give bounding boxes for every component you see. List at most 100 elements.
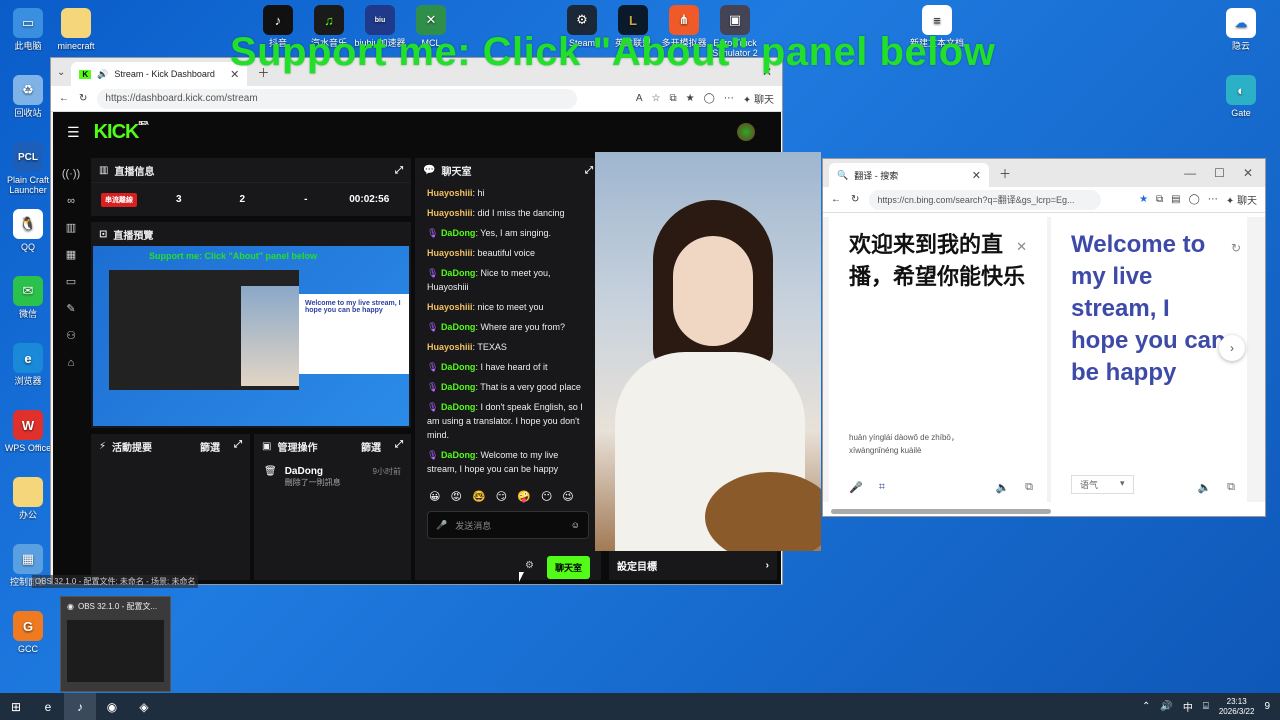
- copilot-button[interactable]: ✦ 聊天: [743, 91, 774, 106]
- source-box[interactable]: 欢迎来到我的直播，希望你能快乐 ✕ huān yínglái dàowǒ de …: [829, 217, 1047, 502]
- tone-dropdown[interactable]: 语气 ▾: [1071, 475, 1134, 494]
- more-icon[interactable]: ⋯: [724, 93, 734, 104]
- back-icon[interactable]: ←: [59, 93, 69, 104]
- favorite-icon[interactable]: ☆: [652, 93, 661, 104]
- chat-username[interactable]: Huayoshiii: [427, 208, 473, 218]
- speaker-icon[interactable]: 🔊: [97, 69, 108, 80]
- start-icon[interactable]: ⊞: [0, 693, 32, 720]
- expand-icon[interactable]: ⤢: [395, 439, 403, 454]
- chat-username[interactable]: DaDong: [441, 382, 476, 392]
- source-text[interactable]: 欢迎来到我的直播，希望你能快乐: [849, 229, 1027, 293]
- desktop-icon-qq[interactable]: 🐧 QQ: [0, 209, 56, 252]
- video-icon[interactable]: ▭: [59, 268, 83, 295]
- desktop-icon-gcc[interactable]: G GCC: [0, 611, 56, 654]
- chat-username[interactable]: Huayoshiii: [427, 302, 473, 312]
- emote-icon[interactable]: 😏: [496, 490, 507, 503]
- emote-icon[interactable]: 😡: [450, 490, 461, 503]
- speaker-icon[interactable]: 🔈: [995, 481, 1009, 494]
- tray-up-icon[interactable]: ⌃: [1142, 701, 1150, 712]
- emote-icon[interactable]: 😉: [562, 490, 573, 503]
- volume-icon[interactable]: 🔊: [1160, 701, 1172, 712]
- chat-username[interactable]: Huayoshiii: [427, 248, 473, 258]
- desktop-icon-recycle-bin[interactable]: ♻ 回收站: [0, 75, 56, 118]
- copy-icon[interactable]: ⧉: [1227, 481, 1235, 494]
- expand-icon[interactable]: ⤢: [234, 439, 242, 454]
- collections-icon[interactable]: ▤: [1171, 194, 1180, 205]
- extensions-icon[interactable]: ⧉: [1156, 194, 1163, 205]
- tab-translate[interactable]: 🔍 翻译 - 搜索 ✕: [829, 163, 989, 187]
- emoji-picker-icon[interactable]: ☺: [571, 520, 580, 530]
- desktop-icon-minecraft[interactable]: minecraft: [48, 8, 104, 51]
- link-icon[interactable]: ∞: [59, 187, 83, 214]
- chat-username[interactable]: DaDong: [441, 402, 476, 412]
- speaker-icon[interactable]: 🔈: [1197, 481, 1211, 494]
- close-tab-icon[interactable]: ✕: [972, 169, 981, 182]
- back-icon[interactable]: ←: [831, 194, 841, 205]
- broadcast-icon[interactable]: ((·)): [59, 160, 83, 187]
- app-taskbar-icon[interactable]: ◈: [128, 693, 160, 720]
- stream-preview-image[interactable]: Support me: Click "About" panel below We…: [93, 246, 409, 426]
- camera-scan-icon[interactable]: ⌗: [879, 481, 885, 494]
- expand-icon[interactable]: ⤢: [395, 165, 403, 176]
- copy-icon[interactable]: ⧉: [1025, 481, 1033, 494]
- chat-send-button[interactable]: 聊天室: [547, 556, 591, 579]
- emote-icon[interactable]: 😀: [429, 490, 440, 503]
- edge-taskbar-icon[interactable]: e: [32, 693, 64, 720]
- clock[interactable]: 23:13 2026/3/22: [1219, 697, 1255, 717]
- chat-username[interactable]: DaDong: [441, 362, 476, 372]
- desktop-icon-browser[interactable]: e 浏览器: [0, 343, 56, 386]
- mic-icon[interactable]: 🎤: [436, 520, 447, 531]
- emote-icon[interactable]: 🤓: [472, 490, 486, 503]
- collections-icon[interactable]: ★: [686, 93, 695, 104]
- goal-panel[interactable]: 設定目標 ›: [609, 550, 777, 580]
- douyin-taskbar-icon[interactable]: ♪: [64, 693, 96, 720]
- desktop-icon-wechat[interactable]: ✉ 微信: [0, 276, 56, 319]
- refresh-icon[interactable]: ↻: [851, 194, 859, 205]
- maximize-icon[interactable]: ☐: [1214, 166, 1225, 180]
- emote-icon[interactable]: 😶: [541, 490, 552, 503]
- desktop-icon-gate[interactable]: ◐ Gate: [1213, 75, 1269, 118]
- notification-badge[interactable]: 9: [1264, 701, 1270, 712]
- expand-icon[interactable]: ⤢: [585, 165, 593, 176]
- chart-icon[interactable]: ▥: [59, 214, 83, 241]
- chat-username[interactable]: DaDong: [441, 450, 476, 460]
- menu-icon[interactable]: ☰: [67, 124, 80, 141]
- clear-icon[interactable]: ✕: [1016, 239, 1027, 255]
- refresh-icon[interactable]: ↻: [79, 93, 87, 104]
- favorite-icon[interactable]: ★: [1139, 194, 1148, 205]
- next-arrow-icon[interactable]: ›: [1219, 335, 1245, 361]
- extensions-icon[interactable]: ⧉: [670, 93, 677, 104]
- desktop-icon-yinyun[interactable]: ☁ 隐云: [1213, 8, 1269, 51]
- chat-username[interactable]: DaDong: [441, 322, 476, 332]
- copilot-button[interactable]: ✦ 聊天: [1226, 192, 1257, 207]
- obs-taskbar-icon[interactable]: ◉: [96, 693, 128, 720]
- profile-icon[interactable]: ◯: [704, 93, 715, 104]
- mod-icon[interactable]: ⌂: [59, 349, 83, 376]
- activity-filter-button[interactable]: 篩選: [200, 439, 220, 454]
- read-aloud-icon[interactable]: A: [636, 93, 643, 104]
- desktop-icon-pcl[interactable]: PCL Plain Craft Launcher: [0, 142, 56, 195]
- chat-username[interactable]: Huayoshiii: [427, 188, 473, 198]
- tab-kick-dashboard[interactable]: K 🔊 Stream - Kick Dashboard ✕: [71, 62, 248, 86]
- new-tab-icon[interactable]: ＋: [999, 165, 1011, 182]
- more-icon[interactable]: ⋯: [1208, 194, 1218, 205]
- chat-settings-icon[interactable]: ⚙: [525, 560, 534, 571]
- desktop-icon-wps[interactable]: W WPS Office: [0, 410, 56, 453]
- window-close-icon[interactable]: ✕: [1243, 166, 1253, 180]
- calendar-icon[interactable]: ▦: [59, 241, 83, 268]
- moderation-filter-button[interactable]: 篩選: [361, 439, 381, 454]
- wrench-icon[interactable]: ✎: [59, 295, 83, 322]
- avatar[interactable]: [737, 123, 755, 141]
- refresh-translation-icon[interactable]: ↻: [1231, 241, 1241, 255]
- kick-logo[interactable]: KICKBETA: [94, 121, 149, 144]
- url-input[interactable]: https://cn.bing.com/search?q=翻译&gs_lcrp=…: [869, 189, 1102, 210]
- moderation-item[interactable]: 🗑 DaDong 刪除了一則訊息 9小时前: [254, 458, 411, 496]
- network-icon[interactable]: ⌸: [1203, 701, 1209, 712]
- chat-username[interactable]: DaDong: [441, 228, 476, 238]
- profile-icon[interactable]: ◯: [1189, 194, 1200, 205]
- mic-icon[interactable]: 🎤: [849, 481, 863, 494]
- ime-indicator[interactable]: 中: [1183, 699, 1193, 714]
- desktop-icon-office-folder[interactable]: 办公: [0, 477, 56, 520]
- tab-list-icon[interactable]: ⌄: [57, 67, 65, 78]
- url-input[interactable]: https://dashboard.kick.com/stream: [97, 88, 578, 109]
